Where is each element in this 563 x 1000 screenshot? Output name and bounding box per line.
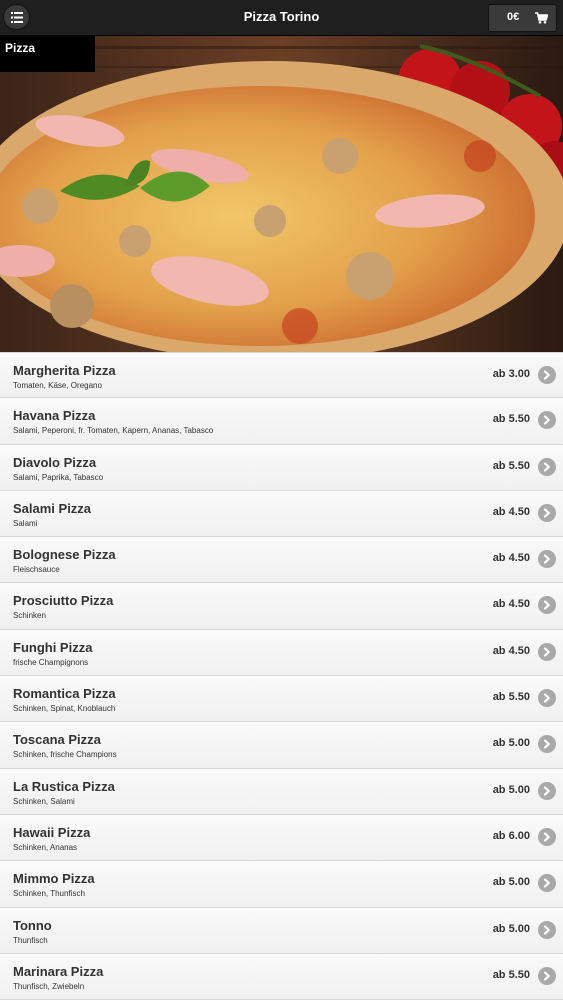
item-price: ab 5.50 xyxy=(492,459,530,472)
item-price: ab 5.00 xyxy=(492,922,530,935)
menu-item-row[interactable]: Havana Pizza Salami, Peperoni, fr. Tomate… xyxy=(0,398,563,445)
menu-item-row[interactable]: Romantica Pizza Schinken, Spinat, Knoblau… xyxy=(0,676,563,723)
item-price: ab 5.00 xyxy=(492,783,530,796)
menu-item-row[interactable]: Mimmo Pizza Schinken, Thunfisch ab 5.00 xyxy=(0,861,563,908)
cart-total: 0€ xyxy=(507,11,520,23)
chevron-right-icon[interactable] xyxy=(538,874,556,893)
item-description: Salami, Paprika, Tabasco xyxy=(13,472,104,482)
item-description: Schinken, Thunfisch xyxy=(13,889,85,899)
item-name: Havana Pizza xyxy=(13,408,96,424)
chevron-right-icon[interactable] xyxy=(538,735,556,754)
item-name: Funghi Pizza xyxy=(13,639,93,655)
chevron-right-icon[interactable] xyxy=(538,550,556,569)
chevron-right-icon[interactable] xyxy=(538,457,556,476)
menu-item-row[interactable]: Prosciutto Pizza Schinken ab 4.50 xyxy=(0,583,563,630)
item-price: ab 3.00 xyxy=(492,368,530,380)
item-name: Prosciutto Pizza xyxy=(13,593,114,609)
item-name: Toscana Pizza xyxy=(13,732,101,748)
item-description: Salami, Peperoni, fr. Tomaten, Kapern, A… xyxy=(13,426,214,436)
menu-item-row[interactable]: Funghi Pizza frische Champignons ab 4.50 xyxy=(0,629,563,677)
item-description: Schinken, Spinat, Knoblauch xyxy=(13,704,116,714)
item-description: Schinken xyxy=(13,611,46,621)
cart-button[interactable]: 0€ xyxy=(488,4,557,32)
chevron-right-icon[interactable] xyxy=(538,966,556,985)
item-price: ab 5.00 xyxy=(492,876,530,889)
item-price: ab 5.50 xyxy=(492,968,530,981)
menu-list: Margherita Pizza Tomaten, Käse, Oregano ab… xyxy=(0,352,563,1000)
item-name: Marinara Pizza xyxy=(13,963,104,979)
category-title: Pizza xyxy=(0,36,95,72)
item-name: Tonno xyxy=(13,917,52,933)
app-title: Pizza Torino xyxy=(243,9,320,24)
item-description: Tomaten, Käse, Oregano xyxy=(13,381,102,390)
item-name: Salami Pizza xyxy=(13,500,92,516)
chevron-right-icon[interactable] xyxy=(538,781,556,800)
menu-item-row[interactable]: La Rustica Pizza Schinken, Salami ab 5.00 xyxy=(0,768,563,815)
item-price: ab 5.50 xyxy=(492,413,530,426)
menu-item-row[interactable]: Marinara Pizza Thunfisch, Zwiebeln ab 5.50 xyxy=(0,953,563,1000)
item-name: Mimmo Pizza xyxy=(13,871,95,887)
item-description: Thunfisch xyxy=(13,935,48,945)
menu-item-row[interactable]: Hawaii Pizza Schinken, Ananas ab 6.00 xyxy=(0,814,563,862)
chevron-right-icon[interactable] xyxy=(538,596,556,615)
chevron-right-icon[interactable] xyxy=(538,503,556,522)
item-name: Margherita Pizza xyxy=(13,363,116,378)
item-name: Bolognese Pizza xyxy=(13,547,116,563)
item-price: ab 5.00 xyxy=(492,737,530,750)
item-price: ab 5.50 xyxy=(492,691,530,704)
cart-icon xyxy=(535,12,548,24)
menu-item-row[interactable]: Salami Pizza Salami ab 4.50 xyxy=(0,490,563,538)
chevron-right-icon[interactable] xyxy=(538,827,556,846)
hero-pizza-image xyxy=(0,36,563,352)
item-name: Hawaii Pizza xyxy=(13,824,91,840)
menu-item-row[interactable]: Bolognese Pizza Fleischsauce ab 4.50 xyxy=(0,537,563,584)
chevron-right-icon[interactable] xyxy=(538,920,556,939)
item-name: Diavolo Pizza xyxy=(13,454,97,470)
item-description: Schinken, Ananas xyxy=(13,842,78,852)
top-bar: Pizza Torino 0€ xyxy=(0,0,563,36)
menu-item-row[interactable]: Margherita Pizza Tomaten, Käse, Oregano ab… xyxy=(0,352,563,399)
item-name: Romantica Pizza xyxy=(13,686,116,702)
item-price: ab 4.50 xyxy=(492,552,530,565)
item-price: ab 4.50 xyxy=(492,598,530,611)
chevron-right-icon[interactable] xyxy=(538,366,556,384)
item-description: frische Champignons xyxy=(13,657,89,667)
item-name: La Rustica Pizza xyxy=(13,778,115,794)
item-description: Salami xyxy=(13,518,38,528)
menu-item-row[interactable]: Diavolo Pizza Salami, Paprika, Tabasco ab … xyxy=(0,444,563,491)
item-price: ab 4.50 xyxy=(492,505,530,518)
item-description: Schinken, Salami xyxy=(13,796,75,806)
chevron-right-icon[interactable] xyxy=(538,642,556,661)
item-price: ab 4.50 xyxy=(492,644,530,657)
item-price: ab 6.00 xyxy=(492,829,530,842)
item-description: Fleischsauce xyxy=(13,565,60,575)
menu-item-row[interactable]: Tonno Thunfisch ab 5.00 xyxy=(0,907,563,954)
chevron-right-icon[interactable] xyxy=(538,411,556,430)
item-description: Schinken, frische Champions xyxy=(13,750,117,760)
item-description: Thunfisch, Zwiebeln xyxy=(13,981,85,991)
menu-item-row[interactable]: Toscana Pizza Schinken, frische Champions… xyxy=(0,722,563,769)
chevron-right-icon[interactable] xyxy=(538,689,556,708)
